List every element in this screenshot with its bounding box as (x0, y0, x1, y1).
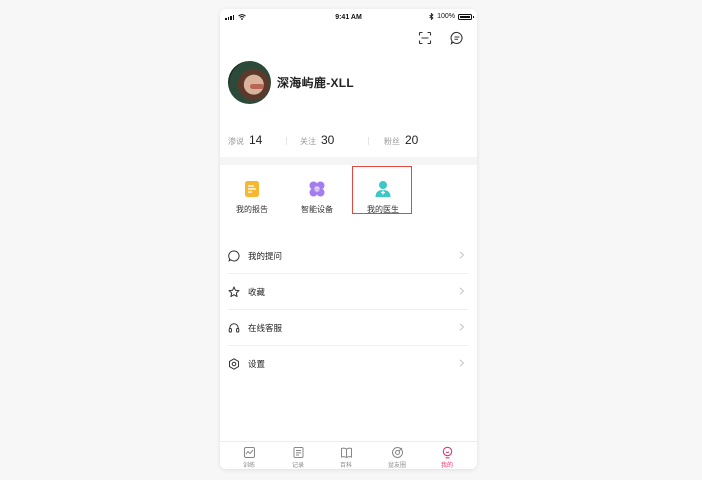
shortcut-label: 智能设备 (301, 205, 333, 214)
shortcut-my-report[interactable]: 我的报告 (222, 174, 282, 215)
section-divider (220, 157, 477, 165)
profile-section[interactable]: 深海屿鹿-XLL (228, 61, 354, 104)
avatar[interactable] (228, 61, 271, 104)
settings-icon (229, 357, 239, 370)
status-bar: 9:41 AM 100% (220, 9, 477, 27)
tab-record[interactable]: 记录 (278, 446, 318, 469)
chevron-right-icon (459, 323, 465, 331)
menu-item-my-questions[interactable]: 我的提问 (228, 238, 468, 274)
status-right: 100% (429, 13, 474, 20)
chevron-right-icon (459, 251, 465, 259)
menu-label: 我的提问 (248, 250, 283, 261)
shortcut-label: 我的报告 (236, 205, 268, 214)
divider (286, 137, 287, 145)
bluetooth-icon (429, 13, 434, 20)
stat-following[interactable]: 关注 30 (300, 133, 334, 147)
stats-row: 渗说 14 关注 30 粉丝 20 (228, 133, 468, 147)
battery-icon (458, 13, 474, 20)
tab-friends[interactable]: 盆友圈 (377, 446, 417, 469)
chevron-right-icon (459, 287, 465, 295)
tab-mine[interactable]: 我的 (427, 446, 467, 469)
star-icon (228, 286, 240, 297)
menu-item-favorites[interactable]: 收藏 (228, 274, 468, 310)
profile-icon (442, 446, 452, 459)
menu-item-settings[interactable]: 设置 (228, 346, 468, 381)
training-icon (243, 447, 255, 458)
divider (368, 137, 369, 145)
stat-label: 关注 (300, 137, 316, 146)
circle-icon (391, 447, 403, 458)
stat-value: 30 (321, 133, 335, 147)
message-icon[interactable] (450, 31, 464, 45)
stat-posts[interactable]: 渗说 14 (228, 133, 262, 147)
tab-training[interactable]: 训练 (229, 446, 269, 469)
shortcut-smart-device[interactable]: 智能设备 (287, 174, 347, 215)
question-icon (228, 249, 240, 262)
scan-icon[interactable] (418, 31, 432, 45)
record-icon (293, 447, 303, 458)
user-name: 深海屿鹿-XLL (277, 76, 355, 90)
tab-encyclopedia[interactable]: 百科 (326, 446, 366, 469)
tab-label: 记录 (291, 463, 304, 469)
stat-value: 14 (249, 133, 263, 147)
stat-value: 20 (405, 133, 419, 147)
doctor-icon (375, 181, 391, 197)
tab-label: 训练 (242, 463, 255, 469)
device-icon (309, 181, 325, 197)
tab-label: 百科 (339, 463, 352, 469)
book-icon (340, 447, 352, 459)
tab-label: 我的 (440, 463, 453, 469)
header-actions (418, 31, 464, 45)
stat-label: 粉丝 (384, 137, 400, 146)
stat-label: 渗说 (228, 137, 244, 146)
menu-item-online-service[interactable]: 在线客服 (228, 310, 468, 346)
menu-label: 在线客服 (248, 322, 283, 333)
phone-screen: 9:41 AM 100% 深海屿鹿-XLL 渗说 14 关注 30 粉丝 20 … (220, 9, 477, 469)
headset-icon (228, 322, 240, 332)
battery-text: 100% (437, 13, 455, 20)
menu-label: 收藏 (248, 286, 266, 297)
stat-followers[interactable]: 粉丝 20 (384, 133, 418, 147)
tab-label: 盆友圈 (387, 463, 406, 469)
menu-label: 设置 (248, 358, 266, 369)
menu-list: 我的提问 收藏 在线客服 设置 (228, 238, 468, 381)
shortcut-grid: 我的报告 智能设备 我的医生 (220, 174, 477, 224)
shortcut-my-doctor[interactable]: 我的医生 (353, 174, 413, 215)
report-icon (245, 181, 259, 197)
shortcut-label: 我的医生 (367, 205, 399, 214)
chevron-right-icon (459, 359, 465, 367)
tab-bar: 训练 记录 百科 盆友圈 我的 (220, 441, 477, 469)
